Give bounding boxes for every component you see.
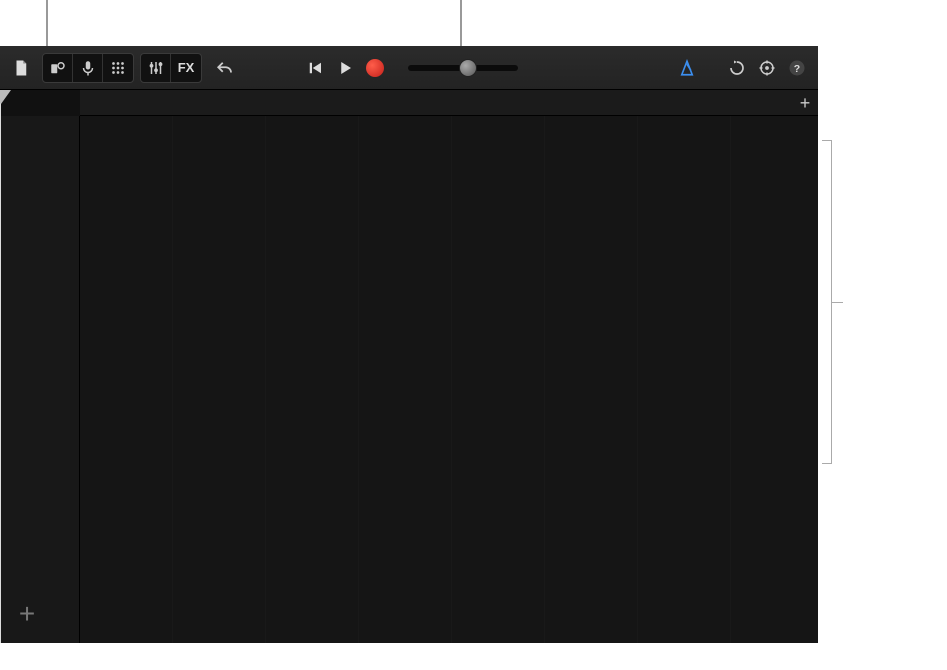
undo-button[interactable]: [210, 54, 240, 82]
controls-group: FX: [140, 53, 202, 83]
my-songs-button[interactable]: [6, 54, 36, 82]
help-button[interactable]: ?: [782, 54, 812, 82]
record-button[interactable]: [360, 54, 390, 82]
add-track-button[interactable]: +: [10, 597, 44, 631]
go-to-beginning-button[interactable]: [300, 54, 330, 82]
loop-button[interactable]: [722, 54, 752, 82]
metronome-button[interactable]: [672, 54, 702, 82]
record-icon: [366, 59, 384, 77]
tracks-area[interactable]: [80, 116, 818, 643]
play-button[interactable]: [330, 54, 360, 82]
fx-button[interactable]: FX: [171, 54, 201, 82]
track-controls-button[interactable]: [141, 54, 171, 82]
garageband-window: FX: [0, 46, 818, 643]
svg-text:?: ?: [794, 62, 800, 74]
settings-button[interactable]: [752, 54, 782, 82]
toolbar: FX: [0, 46, 818, 90]
add-section-button[interactable]: +: [796, 94, 814, 112]
bar-ruler[interactable]: +: [80, 90, 818, 116]
master-volume-slider[interactable]: [408, 65, 518, 71]
track-headers: +: [0, 116, 80, 643]
browser-group: [42, 53, 134, 83]
volume-thumb[interactable]: [459, 59, 477, 77]
instrument-browser-button[interactable]: [43, 54, 73, 82]
microphone-button[interactable]: [73, 54, 103, 82]
loop-browser-button[interactable]: [103, 54, 133, 82]
